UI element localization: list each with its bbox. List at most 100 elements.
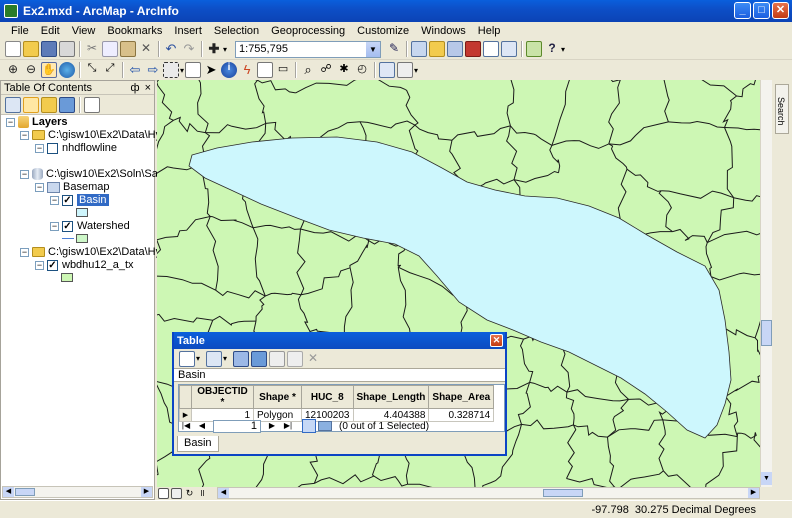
scroll-left-icon[interactable]: ◀ <box>3 487 14 497</box>
menu-help[interactable]: Help <box>472 25 507 37</box>
forward-extent-icon[interactable]: ⇨ <box>145 62 161 78</box>
open-folder-icon[interactable] <box>23 41 39 57</box>
scroll-right-icon[interactable]: ▶ <box>748 488 759 498</box>
toc-item-label[interactable]: Basin <box>77 194 109 206</box>
menu-file[interactable]: File <box>5 25 35 37</box>
cut-icon[interactable]: ✂ <box>84 41 100 57</box>
table-title-bar[interactable]: Table ✕ <box>174 332 505 349</box>
search-dock-tab[interactable]: Search <box>775 84 789 134</box>
redo-icon[interactable]: ↷ <box>181 41 197 57</box>
add-data-icon[interactable]: ✚ <box>206 41 222 57</box>
record-number-input[interactable]: 1 <box>213 419 261 433</box>
find-icon[interactable]: ⌕ <box>300 62 316 78</box>
menu-selection[interactable]: Selection <box>208 25 265 37</box>
last-record-icon[interactable]: ▶| <box>281 419 295 433</box>
toc-group-data-hydro-1[interactable]: − C:\gisw10\Ex2\Data\Hydro <box>20 129 177 141</box>
related-tables-icon[interactable] <box>206 350 223 367</box>
scroll-thumb[interactable] <box>543 489 583 497</box>
copy-icon[interactable] <box>102 41 118 57</box>
catalog-window-icon[interactable] <box>429 41 446 57</box>
column-header-shape-area[interactable]: Shape_Area <box>428 385 495 409</box>
table-options-icon[interactable] <box>179 350 195 367</box>
list-by-selection-icon[interactable] <box>59 96 75 113</box>
column-header-huc8[interactable]: HUC_8 <box>301 385 354 409</box>
delete-icon[interactable]: ✕ <box>305 351 321 367</box>
create-viewer-icon[interactable] <box>379 62 396 78</box>
show-selected-records-icon[interactable] <box>318 421 332 431</box>
collapse-icon[interactable]: − <box>6 117 15 127</box>
delete-icon[interactable]: ✕ <box>138 41 154 57</box>
switch-selection-icon[interactable] <box>251 350 268 367</box>
zoom-out-icon[interactable]: ⊖ <box>23 62 39 78</box>
column-header-objectid[interactable]: OBJECTID * <box>191 385 254 409</box>
toc-group-soln-sanma[interactable]: − C:\gisw10\Ex2\Soln\SanMa <box>20 168 179 180</box>
fixed-zoom-out-icon[interactable]: ⤢ <box>102 62 118 78</box>
undo-icon[interactable]: ↶ <box>163 41 179 57</box>
list-by-source-icon[interactable] <box>23 96 39 113</box>
menu-geoprocessing[interactable]: Geoprocessing <box>265 25 351 37</box>
html-popup-icon[interactable] <box>257 62 274 78</box>
time-slider-icon[interactable]: ◴ <box>354 62 370 78</box>
table-tab-basin[interactable]: Basin <box>177 436 219 452</box>
menu-insert[interactable]: Insert <box>168 25 208 37</box>
show-all-records-icon[interactable] <box>302 419 316 433</box>
collapse-icon[interactable]: − <box>35 143 44 153</box>
scroll-right-icon[interactable]: ▶ <box>141 487 152 497</box>
toc-group-basemap[interactable]: − Basemap <box>35 181 109 193</box>
map-horizontal-scrollbar[interactable]: ◀ ▶ <box>217 487 760 499</box>
maximize-button[interactable]: □ <box>753 2 770 19</box>
data-view-icon[interactable] <box>158 488 169 499</box>
first-record-icon[interactable]: |◀ <box>179 419 193 433</box>
menu-windows[interactable]: Windows <box>415 25 472 37</box>
goto-xy-icon[interactable]: ✱ <box>336 62 352 78</box>
clear-selection-icon[interactable] <box>269 350 286 367</box>
toc-layer-wbdhu12[interactable]: − ✓ wbdhu12_a_tx <box>35 259 134 271</box>
new-document-icon[interactable] <box>5 41 21 57</box>
full-extent-icon[interactable] <box>59 62 75 78</box>
menu-bookmarks[interactable]: Bookmarks <box>101 25 168 37</box>
minimize-button[interactable]: _ <box>734 2 751 19</box>
chevron-down-icon[interactable]: ▼ <box>366 41 381 57</box>
menu-view[interactable]: View <box>66 25 102 37</box>
previous-record-icon[interactable]: ◀ <box>195 419 209 433</box>
editor-toolbar-icon[interactable]: ✎ <box>386 41 402 57</box>
hyperlink-icon[interactable]: ϟ <box>239 62 255 78</box>
pan-hand-icon[interactable]: ✋ <box>41 62 57 78</box>
pin-icon[interactable]: ф <box>131 82 140 94</box>
toc-horizontal-scrollbar[interactable]: ◀ ▶ <box>2 486 153 498</box>
scroll-thumb[interactable] <box>15 488 35 496</box>
toc-group-data-hydro-2[interactable]: − C:\gisw10\Ex2\Data\Hydro <box>20 246 177 258</box>
toc-window-icon[interactable] <box>411 41 428 57</box>
clear-selection-icon[interactable] <box>185 62 202 78</box>
model-icon[interactable] <box>526 41 543 57</box>
toc-layer-watershed[interactable]: − ✓ Watershed <box>50 220 130 232</box>
wbd-symbol-swatch[interactable] <box>61 273 73 282</box>
collapse-icon[interactable]: − <box>20 169 29 179</box>
close-icon[interactable]: × <box>145 82 151 94</box>
toc-options-icon[interactable] <box>84 96 100 113</box>
watershed-symbol-swatch[interactable] <box>76 234 88 243</box>
model-builder-icon[interactable] <box>501 41 518 57</box>
layer-visibility-checkbox[interactable] <box>47 142 58 154</box>
collapse-icon[interactable]: − <box>50 195 59 205</box>
layout-view-icon[interactable] <box>171 488 182 499</box>
scroll-left-icon[interactable]: ◀ <box>218 488 229 498</box>
scroll-thumb[interactable] <box>761 320 772 346</box>
table-close-button[interactable]: ✕ <box>490 334 503 347</box>
identify-icon[interactable]: i <box>221 62 238 78</box>
column-header-shape-length[interactable]: Shape_Length <box>352 385 430 409</box>
toc-layer-nhdflowline[interactable]: − nhdflowline <box>35 142 117 154</box>
collapse-icon[interactable]: − <box>20 130 29 140</box>
column-header-shape[interactable]: Shape * <box>253 385 302 409</box>
find-route-icon[interactable]: ☍ <box>318 62 334 78</box>
next-record-icon[interactable]: ▶ <box>265 419 279 433</box>
refresh-icon[interactable]: ↻ <box>184 488 195 499</box>
search-window-icon[interactable] <box>447 41 464 57</box>
list-by-visibility-icon[interactable] <box>41 96 57 113</box>
select-by-attributes-icon[interactable] <box>233 350 250 367</box>
collapse-icon[interactable]: − <box>35 182 44 192</box>
basin-symbol-swatch[interactable] <box>76 208 88 217</box>
menu-customize[interactable]: Customize <box>351 25 415 37</box>
whats-this-icon[interactable]: ? <box>544 41 560 57</box>
close-button[interactable]: ✕ <box>772 2 789 19</box>
